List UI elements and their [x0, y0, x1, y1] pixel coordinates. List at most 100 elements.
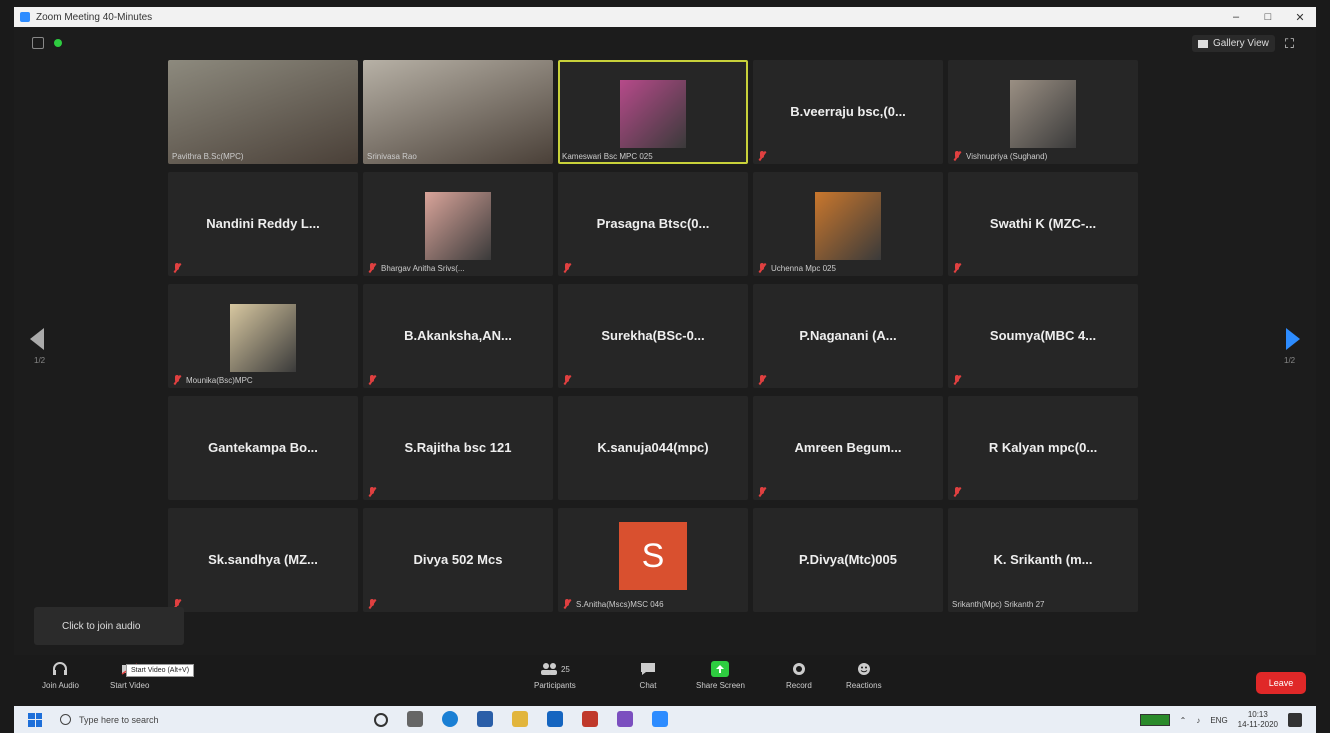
participant-tile[interactable]: Srinivasa Rao: [363, 60, 553, 164]
participant-tile[interactable]: S.Rajitha bsc 121: [363, 396, 553, 500]
participant-tile[interactable]: Nandini Reddy L...: [168, 172, 358, 276]
muted-mic-icon: [953, 151, 961, 161]
participant-tile[interactable]: Amreen Begum...: [753, 396, 943, 500]
battery-icon[interactable]: [1139, 714, 1170, 726]
task-view-icon[interactable]: [407, 711, 423, 727]
encryption-dot-icon[interactable]: [54, 39, 62, 47]
participants-icon: 25: [535, 661, 575, 677]
chevron-left-icon: [30, 328, 44, 350]
participant-tile[interactable]: Surekha(BSc-0...: [558, 284, 748, 388]
muted-mic-icon: [758, 151, 766, 161]
wifi-icon[interactable]: ⌃: [1180, 716, 1187, 725]
participant-name: B.Akanksha,AN...: [404, 328, 512, 343]
reactions-button[interactable]: Reactions: [846, 661, 882, 690]
participant-name: Surekha(BSc-0...: [601, 328, 705, 343]
participant-tile[interactable]: Pavithra B.Sc(MPC): [168, 60, 358, 164]
participant-tile[interactable]: R Kalyan mpc(0...: [948, 396, 1138, 500]
search-icon: [60, 714, 71, 725]
store-icon[interactable]: [477, 711, 493, 727]
system-tray: ⌃ ♪ ENG 10:13 14-11-2020: [1139, 710, 1302, 730]
gallery-view-label: Gallery View: [1212, 38, 1269, 49]
participant-tile[interactable]: Divya 502 Mcs: [363, 508, 553, 612]
notification-icon[interactable]: [1288, 713, 1302, 727]
participants-label: Participants: [534, 681, 576, 690]
participant-tile[interactable]: P.Naganani (A...: [753, 284, 943, 388]
participant-tile[interactable]: Sk.sandhya (MZ...: [168, 508, 358, 612]
edge-icon[interactable]: [442, 711, 458, 727]
left-page-indicator: 1/2: [34, 356, 46, 365]
taskbar-search[interactable]: Type here to search: [60, 714, 159, 725]
participant-video: [168, 60, 358, 164]
clock[interactable]: 10:13 14-11-2020: [1238, 710, 1278, 730]
cortana-icon[interactable]: [374, 713, 388, 727]
participant-tile[interactable]: B.Akanksha,AN...: [363, 284, 553, 388]
muted-mic-icon: [758, 487, 766, 497]
leave-button[interactable]: Leave: [1256, 672, 1306, 694]
muted-mic-icon: [368, 599, 376, 609]
muted-mic-icon: [368, 487, 376, 497]
participant-tile[interactable]: Uchenna Mpc 025: [753, 172, 943, 276]
window-controls: – □ ✕: [1220, 11, 1316, 24]
chevron-right-icon: [1286, 328, 1300, 350]
participant-tile[interactable]: P.Divya(Mtc)005: [753, 508, 943, 612]
participant-label: Mounika(Bsc)MPC: [186, 376, 253, 385]
participant-name: S.Rajitha bsc 121: [404, 440, 512, 455]
participant-tile[interactable]: Soumya(MBC 4...: [948, 284, 1138, 388]
record-icon: [790, 661, 808, 677]
chat-label: Chat: [639, 681, 657, 690]
participants-count: 25: [560, 664, 570, 674]
participant-label: Srinivasa Rao: [367, 152, 417, 161]
muted-mic-icon: [953, 263, 961, 273]
language-indicator[interactable]: ENG: [1210, 716, 1227, 725]
windows-taskbar: Type here to search ⌃ ♪ ENG 10:13 14-11-…: [14, 706, 1316, 733]
participant-name: Prasagna Btsc(0...: [596, 216, 710, 231]
meeting-info: [32, 37, 62, 49]
record-button[interactable]: Record: [786, 661, 812, 690]
share-screen-button[interactable]: Share Screen: [696, 661, 745, 690]
participants-button[interactable]: 25 Participants: [534, 661, 576, 690]
participant-tile[interactable]: K. Srikanth (m... Srikanth(Mpc) Srikanth …: [948, 508, 1138, 612]
join-audio-button[interactable]: Join Audio: [42, 661, 79, 690]
clock-date: 14-11-2020: [1237, 720, 1278, 729]
previous-page-button[interactable]: [30, 328, 44, 350]
teams-icon[interactable]: [617, 711, 633, 727]
volume-icon[interactable]: ♪: [1196, 716, 1200, 725]
join-audio-toast[interactable]: Click to join audio: [34, 607, 184, 645]
windows-start-icon[interactable]: [28, 712, 42, 727]
record-label: Record: [786, 681, 812, 690]
muted-mic-icon: [563, 599, 571, 609]
gallery-view-button[interactable]: Gallery View: [1191, 35, 1275, 52]
chat-button[interactable]: Chat: [639, 661, 657, 690]
participant-name: Soumya(MBC 4...: [989, 328, 1097, 343]
word-icon[interactable]: [547, 711, 563, 727]
participant-name: Swathi K (MZC-...: [989, 216, 1097, 231]
participant-tile[interactable]: Prasagna Btsc(0...: [558, 172, 748, 276]
participant-tile[interactable]: B.veerraju bsc,(0...: [753, 60, 943, 164]
fullscreen-icon[interactable]: ⛶: [1285, 36, 1294, 52]
participant-tile[interactable]: Gantekampa Bo...: [168, 396, 358, 500]
toast-text: Click to join audio: [62, 620, 141, 632]
participant-tile[interactable]: Bhargav Anitha Srivs(...: [363, 172, 553, 276]
file-explorer-icon[interactable]: [512, 711, 528, 727]
minimize-button[interactable]: –: [1220, 11, 1252, 24]
participant-tile[interactable]: Mounika(Bsc)MPC: [168, 284, 358, 388]
close-button[interactable]: ✕: [1284, 11, 1316, 24]
participant-tile[interactable]: Vishnupriya (Sughand): [948, 60, 1138, 164]
muted-mic-icon: [368, 263, 376, 273]
participant-tile[interactable]: S S.Anitha(Mscs)MSC 046: [558, 508, 748, 612]
participant-tile[interactable]: Kameswari Bsc MPC 025: [558, 60, 748, 164]
app-icon[interactable]: [582, 711, 598, 727]
participant-name: Amreen Begum...: [794, 440, 902, 455]
clock-time: 10:13: [1247, 710, 1268, 719]
maximize-button[interactable]: □: [1252, 11, 1284, 24]
participant-label: Vishnupriya (Sughand): [966, 152, 1048, 161]
muted-mic-icon: [563, 375, 571, 385]
zoom-taskbar-icon[interactable]: [652, 711, 668, 727]
muted-mic-icon: [173, 263, 181, 273]
zoom-app-icon: [20, 12, 30, 22]
participant-tile[interactable]: Swathi K (MZC-...: [948, 172, 1138, 276]
next-page-button[interactable]: [1286, 328, 1300, 350]
participant-tile[interactable]: K.sanuja044(mpc): [558, 396, 748, 500]
shield-icon[interactable]: [32, 37, 44, 49]
participant-label: Srikanth(Mpc) Srikanth 27: [952, 600, 1045, 609]
